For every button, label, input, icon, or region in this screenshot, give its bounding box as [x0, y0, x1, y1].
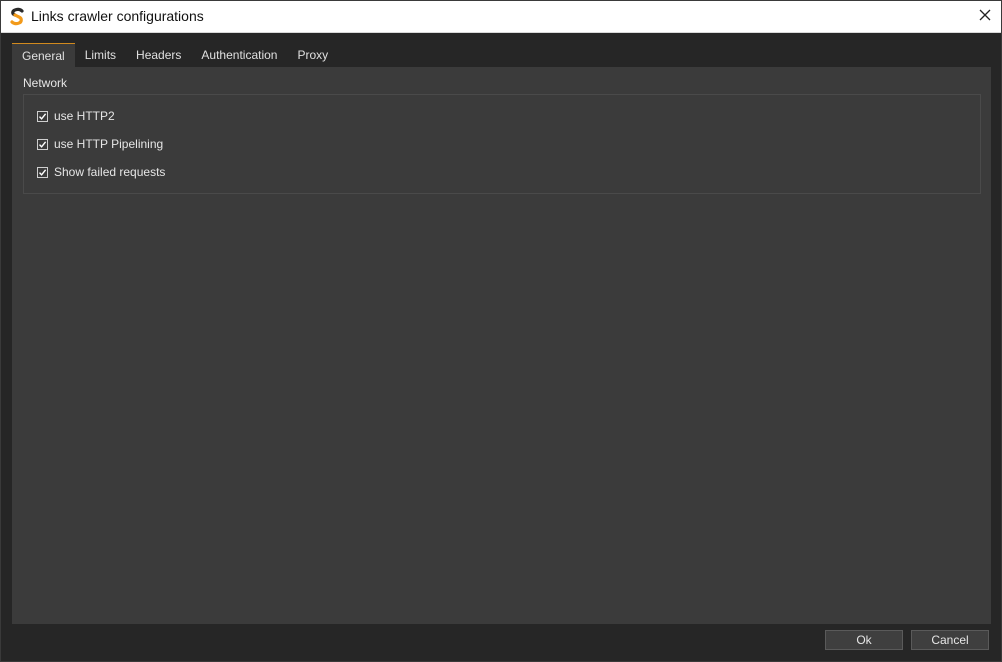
tab-label: Authentication [201, 48, 278, 62]
tab-label: Headers [136, 48, 182, 62]
tab-bar: General Limits Headers Authentication Pr… [12, 43, 338, 67]
checkbox-box[interactable] [37, 110, 48, 122]
use-http-pipelining-checkbox[interactable]: use HTTP Pipelining [37, 137, 163, 151]
ok-button[interactable]: Ok [825, 630, 903, 650]
use-http2-checkbox[interactable]: use HTTP2 [37, 109, 115, 123]
checkbox-label: Show failed requests [54, 165, 166, 179]
title-bar: Links crawler configurations [1, 1, 1001, 33]
checkbox-box[interactable] [37, 138, 48, 150]
tab-general[interactable]: General [12, 43, 75, 67]
network-groupbox: use HTTP2 use HTTP Pipelining Show faile… [23, 94, 981, 194]
show-failed-requests-checkbox[interactable]: Show failed requests [37, 165, 165, 179]
close-icon [979, 8, 991, 26]
general-tab-panel: Network use HTTP2 use HTTP Pipelining Sh… [12, 67, 991, 624]
window-title: Links crawler configurations [31, 8, 204, 24]
network-group-title: Network [23, 76, 68, 90]
checkbox-label: use HTTP Pipelining [54, 137, 164, 151]
tab-label: Proxy [297, 48, 329, 62]
tab-label: General [22, 48, 65, 63]
cancel-button[interactable]: Cancel [911, 630, 989, 650]
tab-label: Limits [84, 48, 117, 62]
tab-proxy[interactable]: Proxy [287, 43, 338, 67]
dialog-window: Links crawler configurations General Lim… [0, 0, 1002, 662]
tab-authentication[interactable]: Authentication [191, 43, 287, 67]
checkbox-box[interactable] [37, 166, 48, 178]
checkbox-label: use HTTP2 [54, 109, 115, 123]
app-logo-icon [8, 7, 26, 26]
tab-limits[interactable]: Limits [75, 43, 126, 67]
tab-headers[interactable]: Headers [126, 43, 191, 67]
close-button[interactable] [969, 1, 1001, 32]
